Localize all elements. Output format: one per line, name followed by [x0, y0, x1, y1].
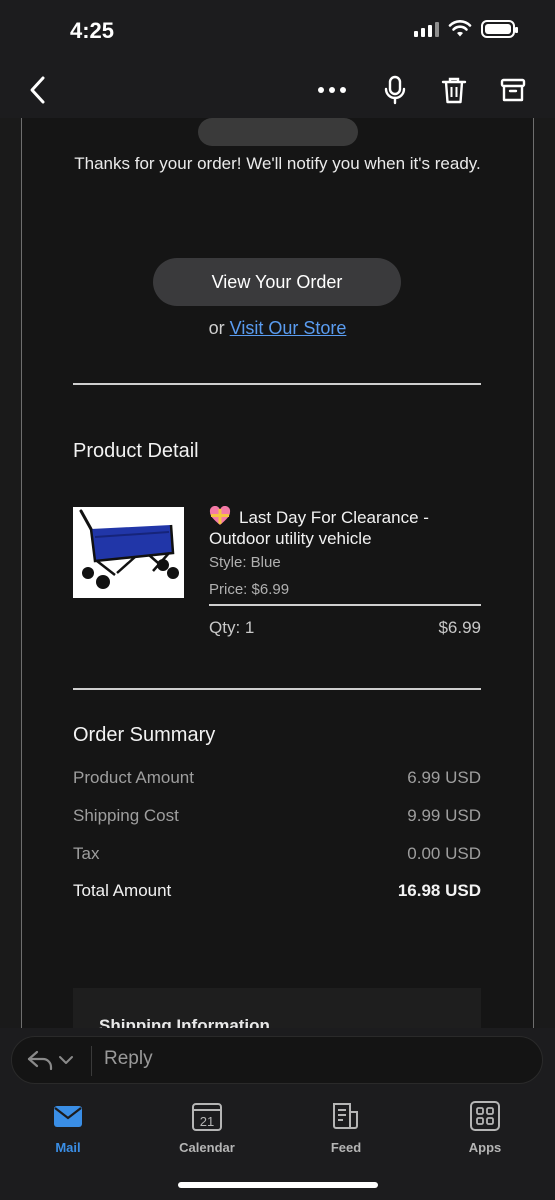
archive-button[interactable] [495, 72, 531, 108]
tab-calendar[interactable]: 21 Calendar [157, 1098, 257, 1160]
reply-field[interactable]: Reply [11, 1036, 543, 1084]
status-bar: 4:25 [0, 0, 555, 62]
total-label: Total Amount [73, 881, 172, 900]
summary-label: Tax [73, 844, 100, 863]
reply-options-button[interactable] [26, 1049, 74, 1071]
mail-icon [54, 1106, 82, 1127]
product-name-text: Last Day For Clearance - Outdoor utility… [209, 508, 429, 548]
back-button[interactable] [20, 72, 56, 108]
order-summary-title: Order Summary [73, 724, 216, 746]
redacted-sender-name [198, 118, 358, 146]
tab-mail-label: Mail [55, 1140, 81, 1155]
product-line-total: $6.99 [438, 618, 481, 637]
tab-feed-label: Feed [330, 1140, 362, 1155]
dictate-button[interactable] [377, 72, 413, 108]
calendar-icon: 21 [192, 1103, 222, 1131]
product-price: Price: $6.99 [209, 581, 290, 598]
total-value: 16.98 USD [397, 881, 481, 900]
calendar-day: 21 [200, 1114, 214, 1129]
tab-feed[interactable]: Feed [296, 1098, 396, 1160]
product-detail-title: Product Detail [73, 440, 199, 462]
summary-row: Shipping Cost 9.99 USD [73, 806, 481, 826]
divider [73, 688, 481, 690]
tab-bar: Mail 21 Calendar Feed Apps [0, 1098, 555, 1200]
archive-icon [500, 78, 526, 102]
delete-button[interactable] [436, 72, 472, 108]
email-body[interactable]: Thanks for your order! We'll notify you … [0, 118, 555, 1028]
product-divider [209, 604, 481, 606]
reply-arrow-icon [27, 1050, 53, 1071]
more-icon [318, 87, 346, 93]
tab-calendar-label: Calendar [179, 1140, 235, 1155]
thanks-message: Thanks for your order! We'll notify you … [74, 154, 481, 173]
view-order-button[interactable]: View Your Order [153, 258, 401, 306]
mail-toolbar [0, 62, 555, 118]
home-indicator[interactable] [178, 1182, 378, 1188]
visit-store-link[interactable]: Visit Our Store [230, 318, 347, 338]
shipping-info-box: Shipping Information [73, 988, 481, 1028]
trash-icon [441, 77, 467, 104]
status-icons [414, 20, 518, 38]
tab-apps[interactable]: Apps [435, 1098, 535, 1160]
product-qty: Qty: 1 [209, 618, 255, 637]
chevron-down-icon [59, 1056, 73, 1064]
tab-mail[interactable]: Mail [18, 1098, 118, 1160]
summary-row: Product Amount 6.99 USD [73, 768, 481, 788]
product-style: Style: Blue [209, 554, 281, 571]
back-icon [30, 76, 45, 104]
gift-heart-icon [209, 506, 231, 525]
summary-value: 6.99 USD [407, 768, 481, 787]
summary-label: Product Amount [73, 768, 194, 787]
tab-apps-label: Apps [468, 1140, 502, 1155]
microphone-icon [384, 75, 406, 105]
divider [73, 383, 481, 385]
reply-bar: Reply [0, 1028, 555, 1098]
summary-label: Shipping Cost [73, 806, 179, 825]
product-image[interactable] [73, 507, 184, 598]
wifi-icon [448, 20, 472, 37]
store-prefix: or [208, 318, 225, 338]
status-time: 4:25 [70, 18, 115, 43]
battery-icon [481, 20, 518, 38]
summary-row: Tax 0.00 USD [73, 844, 481, 864]
apps-icon [470, 1101, 500, 1131]
summary-value: 9.99 USD [407, 806, 481, 825]
cellular-signal-icon [414, 21, 439, 37]
shipping-info-title: Shipping Information [99, 1016, 270, 1028]
visit-store-line: or Visit Our Store [0, 318, 555, 339]
summary-value: 0.00 USD [407, 844, 481, 863]
feed-icon [333, 1103, 358, 1129]
reply-input[interactable]: Reply [104, 1048, 153, 1070]
product-name[interactable]: Last Day For Clearance - Outdoor utility… [209, 506, 484, 549]
summary-total-row: Total Amount 16.98 USD [73, 881, 481, 901]
reply-divider [91, 1046, 92, 1076]
more-button[interactable] [314, 72, 350, 108]
